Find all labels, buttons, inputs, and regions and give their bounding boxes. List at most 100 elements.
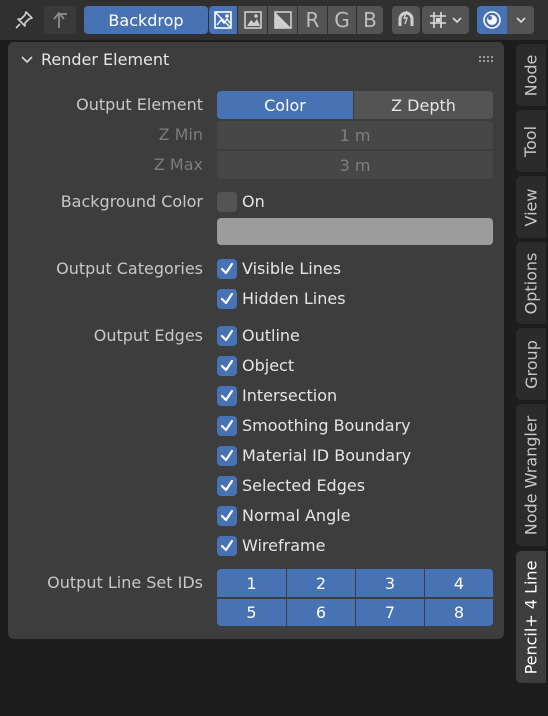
background-color-swatch[interactable] (217, 218, 493, 245)
intersection-label: Intersection (242, 386, 338, 405)
drag-grip-icon[interactable] (478, 55, 494, 63)
channel-r-label: R (305, 8, 320, 32)
output-element-zdepth-button[interactable]: Z Depth (354, 91, 493, 119)
line-set-id-7-button[interactable]: 7 (355, 598, 424, 626)
render-element-panel: Render Element Output Element Color Z De… (8, 42, 504, 639)
normal-angle-label: Normal Angle (242, 506, 351, 525)
hidden-lines-label: Hidden Lines (242, 289, 346, 308)
z-max-value: 3 m (339, 155, 371, 175)
z-min-field[interactable]: 1 m (217, 121, 493, 149)
checkmark-icon (220, 262, 234, 275)
panel-title: Render Element (41, 50, 170, 69)
channel-b-label: B (363, 8, 377, 32)
outline-checkbox[interactable] (217, 326, 237, 346)
line-set-id-1-button[interactable]: 1 (217, 569, 286, 597)
line-set-id-8-text: 8 (453, 603, 465, 622)
tab-tool[interactable]: Tool (516, 110, 546, 172)
output-categories-label: Output Categories (56, 259, 203, 278)
z-min-value: 1 m (339, 125, 371, 145)
tab-view[interactable]: View (516, 176, 546, 238)
line-set-id-4-button[interactable]: 4 (424, 569, 493, 597)
output-line-set-ids-label: Output Line Set IDs (47, 573, 203, 592)
tab-node-wrangler-label: Node Wrangler (521, 415, 541, 535)
backdrop-image-icon[interactable] (238, 6, 267, 34)
checkmark-icon (220, 292, 234, 305)
tab-view-label: View (521, 188, 541, 226)
checkmark-icon (220, 389, 234, 402)
tab-options-label: Options (521, 252, 541, 314)
tab-node-wrangler[interactable]: Node Wrangler (516, 404, 546, 546)
checkmark-icon (220, 479, 234, 492)
wireframe-checkbox[interactable] (217, 536, 237, 556)
snap-magnet-icon[interactable] (392, 6, 420, 34)
material-id-boundary-label: Material ID Boundary (242, 446, 412, 465)
wireframe-label: Wireframe (242, 536, 326, 555)
backdrop-rgba-icon[interactable] (209, 6, 237, 34)
tab-group[interactable]: Group (516, 328, 546, 400)
line-set-id-7-text: 7 (384, 603, 396, 622)
intersection-checkbox[interactable] (217, 386, 237, 406)
channel-b-button[interactable]: B (357, 6, 383, 34)
material-id-boundary-checkbox[interactable] (217, 446, 237, 466)
tab-node[interactable]: Node (516, 44, 546, 106)
selected-edges-checkbox[interactable] (217, 476, 237, 496)
output-element-color-text: Color (264, 95, 306, 115)
smoothing-boundary-label: Smoothing Boundary (242, 416, 411, 435)
checkmark-icon (220, 359, 234, 372)
line-set-id-6-text: 6 (315, 603, 327, 622)
hidden-lines-checkbox[interactable] (217, 289, 237, 309)
tab-tool-label: Tool (521, 125, 541, 157)
background-color-checkbox[interactable] (217, 192, 237, 212)
checkmark-icon (220, 329, 234, 342)
smoothing-boundary-checkbox[interactable] (217, 416, 237, 436)
outline-label: Outline (242, 326, 300, 345)
object-checkbox[interactable] (217, 356, 237, 376)
channel-g-label: G (334, 8, 350, 32)
output-element-label: Output Element (76, 95, 203, 114)
line-set-id-4-text: 4 (453, 573, 465, 593)
parent-node-icon[interactable] (44, 6, 76, 34)
backdrop-toggle-button[interactable]: Backdrop (84, 6, 208, 34)
line-set-id-5-text: 5 (246, 603, 257, 622)
backdrop-alpha-icon[interactable] (268, 6, 297, 34)
tab-node-label: Node (521, 54, 541, 96)
overlay-icon[interactable] (477, 6, 507, 34)
output-edges-label: Output Edges (93, 326, 203, 345)
chevron-down-icon (452, 17, 462, 24)
tab-pencil-4-line-label: Pencil+ 4 Line (521, 560, 541, 674)
checkmark-icon (220, 539, 234, 552)
collapse-chevron-icon[interactable] (20, 53, 34, 67)
sidebar-tabs: Node Tool View Options Group Node Wrangl… (512, 0, 548, 716)
pin-icon[interactable] (8, 6, 40, 34)
node-editor-header: Backdrop R G B (0, 0, 548, 40)
snap-grid-dropdown[interactable] (422, 6, 469, 34)
line-set-id-6-button[interactable]: 6 (286, 598, 355, 626)
background-color-label: Background Color (60, 192, 203, 211)
tab-options[interactable]: Options (516, 242, 546, 324)
tab-pencil-4-line[interactable]: Pencil+ 4 Line (516, 551, 546, 683)
channel-r-button[interactable]: R (298, 6, 327, 34)
output-element-zdepth-text: Z Depth (391, 95, 456, 115)
line-set-id-3-button[interactable]: 3 (355, 569, 424, 597)
line-set-id-8-button[interactable]: 8 (424, 598, 493, 626)
normal-angle-checkbox[interactable] (217, 506, 237, 526)
panel-header[interactable]: Render Element (8, 42, 504, 78)
line-set-id-1-text: 1 (246, 573, 257, 593)
output-element-color-button[interactable]: Color (217, 91, 353, 119)
z-min-label: Z Min (158, 125, 203, 144)
line-set-id-2-button[interactable]: 2 (286, 569, 355, 597)
snap-grid-icon (430, 12, 446, 28)
checkmark-icon (220, 419, 234, 432)
line-set-id-2-text: 2 (315, 573, 327, 593)
selected-edges-label: Selected Edges (242, 476, 366, 495)
backdrop-label: Backdrop (108, 10, 184, 30)
visible-lines-label: Visible Lines (242, 259, 342, 278)
line-set-id-3-text: 3 (384, 573, 396, 593)
object-label: Object (242, 356, 295, 375)
line-set-id-5-button[interactable]: 5 (217, 598, 286, 626)
z-max-label: Z Max (153, 155, 203, 174)
channel-g-button[interactable]: G (328, 6, 356, 34)
tab-group-label: Group (521, 339, 541, 389)
visible-lines-checkbox[interactable] (217, 259, 237, 279)
z-max-field[interactable]: 3 m (217, 151, 493, 179)
